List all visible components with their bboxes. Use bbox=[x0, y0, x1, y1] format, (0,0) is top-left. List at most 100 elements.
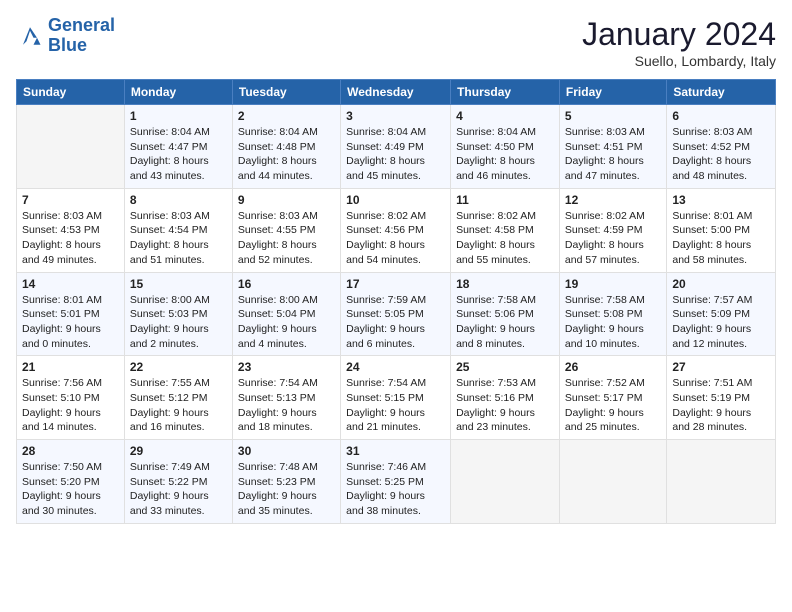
calendar-table: SundayMondayTuesdayWednesdayThursdayFrid… bbox=[16, 79, 776, 524]
day-info: Sunrise: 7:54 AMSunset: 5:15 PMDaylight:… bbox=[346, 376, 445, 435]
day-info: Sunrise: 8:03 AMSunset: 4:54 PMDaylight:… bbox=[130, 209, 227, 268]
calendar-cell: 13 Sunrise: 8:01 AMSunset: 5:00 PMDayligh… bbox=[667, 188, 776, 272]
day-info: Sunrise: 8:03 AMSunset: 4:53 PMDaylight:… bbox=[22, 209, 119, 268]
calendar-cell: 31 Sunrise: 7:46 AMSunset: 5:25 PMDayligh… bbox=[341, 440, 451, 524]
calendar-cell: 3 Sunrise: 8:04 AMSunset: 4:49 PMDaylight… bbox=[341, 105, 451, 189]
calendar-cell: 18Sunrise: 7:58 AMSunset: 5:06 PMDayligh… bbox=[451, 272, 560, 356]
calendar-cell bbox=[559, 440, 666, 524]
day-number: 8 bbox=[130, 193, 227, 207]
day-number: 5 bbox=[565, 109, 661, 123]
day-info: Sunrise: 8:04 AMSunset: 4:49 PMDaylight:… bbox=[346, 125, 445, 184]
day-info: Sunrise: 7:51 AMSunset: 5:19 PMDaylight:… bbox=[672, 376, 770, 435]
calendar-cell: 14Sunrise: 8:01 AMSunset: 5:01 PMDayligh… bbox=[17, 272, 125, 356]
day-info: Sunrise: 8:03 AMSunset: 4:51 PMDaylight:… bbox=[565, 125, 661, 184]
day-number: 30 bbox=[238, 444, 335, 458]
day-info: Sunrise: 7:55 AMSunset: 5:12 PMDaylight:… bbox=[130, 376, 227, 435]
day-info: Sunrise: 7:56 AMSunset: 5:10 PMDaylight:… bbox=[22, 376, 119, 435]
day-number: 22 bbox=[130, 360, 227, 374]
day-number: 12 bbox=[565, 193, 661, 207]
day-number: 25 bbox=[456, 360, 554, 374]
calendar-cell: 30 Sunrise: 7:48 AMSunset: 5:23 PMDayligh… bbox=[232, 440, 340, 524]
day-info: Sunrise: 8:04 AMSunset: 4:47 PMDaylight:… bbox=[130, 125, 227, 184]
day-number: 21 bbox=[22, 360, 119, 374]
location-subtitle: Suello, Lombardy, Italy bbox=[582, 53, 776, 69]
day-info: Sunrise: 7:46 AMSunset: 5:25 PMDaylight:… bbox=[346, 460, 445, 519]
day-info: Sunrise: 8:00 AMSunset: 5:03 PMDaylight:… bbox=[130, 293, 227, 352]
day-number: 17 bbox=[346, 277, 445, 291]
day-info: Sunrise: 7:59 AMSunset: 5:05 PMDaylight:… bbox=[346, 293, 445, 352]
day-info: Sunrise: 8:04 AMSunset: 4:48 PMDaylight:… bbox=[238, 125, 335, 184]
day-number: 26 bbox=[565, 360, 661, 374]
day-number: 24 bbox=[346, 360, 445, 374]
weekday-header: Friday bbox=[559, 80, 666, 105]
day-info: Sunrise: 7:58 AMSunset: 5:08 PMDaylight:… bbox=[565, 293, 661, 352]
day-info: Sunrise: 8:03 AMSunset: 4:52 PMDaylight:… bbox=[672, 125, 770, 184]
calendar-cell: 4 Sunrise: 8:04 AMSunset: 4:50 PMDaylight… bbox=[451, 105, 560, 189]
calendar-cell: 26 Sunrise: 7:52 AMSunset: 5:17 PMDayligh… bbox=[559, 356, 666, 440]
calendar-cell: 15 Sunrise: 8:00 AMSunset: 5:03 PMDayligh… bbox=[124, 272, 232, 356]
day-number: 13 bbox=[672, 193, 770, 207]
day-number: 20 bbox=[672, 277, 770, 291]
calendar-cell: 27Sunrise: 7:51 AMSunset: 5:19 PMDayligh… bbox=[667, 356, 776, 440]
day-number: 4 bbox=[456, 109, 554, 123]
calendar-cell: 25Sunrise: 7:53 AMSunset: 5:16 PMDayligh… bbox=[451, 356, 560, 440]
day-number: 6 bbox=[672, 109, 770, 123]
calendar-cell: 6 Sunrise: 8:03 AMSunset: 4:52 PMDaylight… bbox=[667, 105, 776, 189]
calendar-week-row: 28 Sunrise: 7:50 AMSunset: 5:20 PMDayligh… bbox=[17, 440, 776, 524]
day-number: 16 bbox=[238, 277, 335, 291]
day-info: Sunrise: 7:57 AMSunset: 5:09 PMDaylight:… bbox=[672, 293, 770, 352]
day-number: 1 bbox=[130, 109, 227, 123]
day-number: 28 bbox=[22, 444, 119, 458]
calendar-cell: 20 Sunrise: 7:57 AMSunset: 5:09 PMDayligh… bbox=[667, 272, 776, 356]
day-number: 3 bbox=[346, 109, 445, 123]
calendar-cell: 10 Sunrise: 8:02 AMSunset: 4:56 PMDayligh… bbox=[341, 188, 451, 272]
logo: General Blue bbox=[16, 16, 115, 56]
calendar-cell bbox=[17, 105, 125, 189]
day-info: Sunrise: 7:50 AMSunset: 5:20 PMDaylight:… bbox=[22, 460, 119, 519]
logo-line2: Blue bbox=[48, 35, 87, 55]
day-info: Sunrise: 7:58 AMSunset: 5:06 PMDaylight:… bbox=[456, 293, 554, 352]
calendar-cell: 5 Sunrise: 8:03 AMSunset: 4:51 PMDaylight… bbox=[559, 105, 666, 189]
calendar-cell bbox=[667, 440, 776, 524]
calendar-cell: 21 Sunrise: 7:56 AMSunset: 5:10 PMDayligh… bbox=[17, 356, 125, 440]
day-number: 15 bbox=[130, 277, 227, 291]
weekday-header: Sunday bbox=[17, 80, 125, 105]
day-number: 11 bbox=[456, 193, 554, 207]
weekday-header: Tuesday bbox=[232, 80, 340, 105]
day-info: Sunrise: 7:48 AMSunset: 5:23 PMDaylight:… bbox=[238, 460, 335, 519]
day-info: Sunrise: 8:00 AMSunset: 5:04 PMDaylight:… bbox=[238, 293, 335, 352]
calendar-cell: 22 Sunrise: 7:55 AMSunset: 5:12 PMDayligh… bbox=[124, 356, 232, 440]
day-number: 2 bbox=[238, 109, 335, 123]
logo-line1: General bbox=[48, 15, 115, 35]
day-info: Sunrise: 7:52 AMSunset: 5:17 PMDaylight:… bbox=[565, 376, 661, 435]
calendar-cell: 2 Sunrise: 8:04 AMSunset: 4:48 PMDaylight… bbox=[232, 105, 340, 189]
day-number: 29 bbox=[130, 444, 227, 458]
day-number: 19 bbox=[565, 277, 661, 291]
day-info: Sunrise: 8:02 AMSunset: 4:56 PMDaylight:… bbox=[346, 209, 445, 268]
calendar-cell: 29Sunrise: 7:49 AMSunset: 5:22 PMDayligh… bbox=[124, 440, 232, 524]
day-info: Sunrise: 8:04 AMSunset: 4:50 PMDaylight:… bbox=[456, 125, 554, 184]
weekday-header: Monday bbox=[124, 80, 232, 105]
calendar-cell: 16 Sunrise: 8:00 AMSunset: 5:04 PMDayligh… bbox=[232, 272, 340, 356]
day-info: Sunrise: 8:02 AMSunset: 4:59 PMDaylight:… bbox=[565, 209, 661, 268]
calendar-cell: 1 Sunrise: 8:04 AMSunset: 4:47 PMDaylight… bbox=[124, 105, 232, 189]
calendar-cell: 8 Sunrise: 8:03 AMSunset: 4:54 PMDaylight… bbox=[124, 188, 232, 272]
title-block: January 2024 Suello, Lombardy, Italy bbox=[582, 16, 776, 69]
calendar-cell: 28 Sunrise: 7:50 AMSunset: 5:20 PMDayligh… bbox=[17, 440, 125, 524]
calendar-week-row: 1 Sunrise: 8:04 AMSunset: 4:47 PMDaylight… bbox=[17, 105, 776, 189]
day-info: Sunrise: 8:03 AMSunset: 4:55 PMDaylight:… bbox=[238, 209, 335, 268]
calendar-cell: 7Sunrise: 8:03 AMSunset: 4:53 PMDaylight… bbox=[17, 188, 125, 272]
calendar-cell: 24 Sunrise: 7:54 AMSunset: 5:15 PMDayligh… bbox=[341, 356, 451, 440]
calendar-cell: 17 Sunrise: 7:59 AMSunset: 5:05 PMDayligh… bbox=[341, 272, 451, 356]
weekday-header-row: SundayMondayTuesdayWednesdayThursdayFrid… bbox=[17, 80, 776, 105]
calendar-cell: 19 Sunrise: 7:58 AMSunset: 5:08 PMDayligh… bbox=[559, 272, 666, 356]
day-info: Sunrise: 8:01 AMSunset: 5:00 PMDaylight:… bbox=[672, 209, 770, 268]
calendar-cell: 9 Sunrise: 8:03 AMSunset: 4:55 PMDaylight… bbox=[232, 188, 340, 272]
day-info: Sunrise: 8:02 AMSunset: 4:58 PMDaylight:… bbox=[456, 209, 554, 268]
day-number: 31 bbox=[346, 444, 445, 458]
day-number: 10 bbox=[346, 193, 445, 207]
day-number: 9 bbox=[238, 193, 335, 207]
month-title: January 2024 bbox=[582, 16, 776, 53]
day-number: 23 bbox=[238, 360, 335, 374]
day-info: Sunrise: 7:54 AMSunset: 5:13 PMDaylight:… bbox=[238, 376, 335, 435]
